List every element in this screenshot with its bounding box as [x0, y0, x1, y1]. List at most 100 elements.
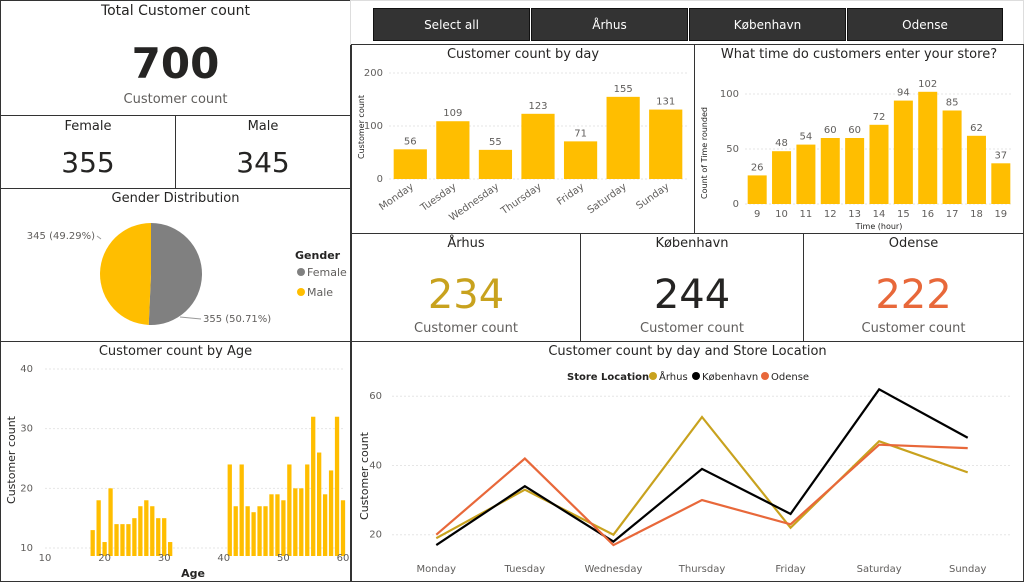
line-legend-label-kobenhavn: København: [702, 372, 758, 383]
age-bar: [120, 524, 125, 556]
pie-legend-marker-female: [297, 268, 305, 276]
total-customer-title: Total Customer count: [100, 3, 251, 19]
age-y-tick-label: 10: [20, 543, 33, 554]
age-bar: [311, 416, 316, 556]
time-data-label: 60: [848, 125, 861, 136]
line-y-tick-label: 40: [369, 460, 382, 471]
day-x-tick-label: Sunday: [634, 181, 671, 212]
store-slicer: Select all Århus København Odense: [350, 0, 1024, 45]
time-bar: [845, 138, 865, 204]
slicer-aarhus-button[interactable]: Århus: [531, 8, 688, 41]
age-bar: [114, 524, 119, 556]
age-bar: [150, 506, 155, 556]
line-x-tick-label: Tuesday: [504, 564, 546, 575]
store-value-aarhus: 234: [427, 272, 505, 318]
age-bar: [275, 494, 280, 556]
store-label-odense: Customer count: [861, 321, 966, 336]
time-y-tick-label: 50: [726, 144, 739, 155]
time-data-label: 48: [775, 138, 788, 149]
store-card-odense: Odense 222 Customer count: [803, 233, 1024, 342]
store-value-kobenhavn: 244: [653, 272, 731, 318]
day-data-label: 55: [489, 137, 502, 148]
time-data-label: 60: [824, 125, 837, 136]
time-bar: [869, 124, 889, 204]
age-bar: [287, 464, 292, 556]
day-data-label: 109: [443, 108, 462, 119]
time-bar: [991, 163, 1011, 204]
age-bar: [144, 500, 149, 556]
age-bar: [317, 452, 322, 556]
age-bar: [138, 506, 143, 556]
day-x-tick-label: Monday: [377, 181, 416, 213]
day-y-axis-label: Customer count: [357, 95, 366, 159]
age-bar: [269, 494, 274, 556]
time-bar: [772, 151, 792, 204]
age-x-tick-label: 20: [98, 553, 111, 564]
time-bar: [918, 91, 938, 204]
line-legend-marker-kobenhavn: [692, 372, 700, 380]
line-legend-title: Store Location: [567, 372, 649, 383]
female-card: Female 355: [0, 115, 176, 189]
day-y-tick-label: 100: [364, 121, 383, 132]
time-x-tick-label: 12: [824, 209, 837, 220]
male-title: Male: [247, 119, 279, 134]
store-value-odense: 222: [875, 272, 952, 318]
age-y-tick-label: 20: [20, 483, 33, 494]
day-bar: [478, 149, 513, 179]
age-bar: [90, 530, 95, 556]
age-bar: [328, 470, 334, 556]
slicer-select-all-button[interactable]: Select all: [373, 8, 530, 41]
time-x-tick-label: 17: [946, 209, 959, 220]
time-y-tick-label: 100: [720, 89, 739, 100]
time-x-tick-label: 13: [848, 209, 861, 220]
day-data-label: 155: [614, 84, 633, 95]
pie-legend-title: Gender: [295, 249, 341, 262]
line-x-tick-label: Monday: [417, 564, 457, 575]
total-customer-label: Customer count: [123, 92, 228, 107]
age-x-tick-label: 40: [217, 553, 230, 564]
age-x-tick-label: 10: [39, 553, 52, 564]
age-bar: [108, 488, 113, 556]
line-x-tick-label: Thursday: [678, 564, 726, 575]
time-data-label: 102: [918, 79, 937, 90]
day-bar: [606, 96, 640, 179]
pie-legend-marker-male: [297, 288, 305, 296]
age-bar: [299, 488, 304, 556]
line-legend-marker-aarhus: [649, 372, 657, 380]
gender-distribution-panel: Gender Distribution 355 (50.71%) 345 (49.…: [0, 188, 351, 342]
time-y-tick-label: 0: [733, 199, 739, 210]
day-y-tick-label: 200: [364, 68, 383, 79]
age-bar: [334, 416, 340, 556]
male-card: Male 345: [175, 115, 351, 189]
day-bar: [393, 149, 427, 179]
age-bar: [96, 500, 101, 556]
age-bar: [132, 518, 137, 556]
line-x-tick-label: Sunday: [949, 564, 986, 575]
age-bar: [257, 506, 262, 556]
pie-legend-label-male: Male: [307, 286, 333, 299]
line-x-tick-label: Saturday: [857, 564, 902, 575]
day-bar: [649, 109, 683, 179]
store-label-kobenhavn: Customer count: [640, 321, 744, 336]
day-data-label: 56: [404, 136, 417, 147]
age-bar: [263, 506, 268, 556]
age-y-tick-label: 40: [20, 364, 33, 375]
time-bar: [820, 138, 840, 204]
day-chart-panel: Customer count by day 0 100 200 56 Monday 109…: [351, 44, 695, 234]
day-y-tick-label: 0: [377, 174, 383, 185]
pie-slice-male: [100, 223, 151, 325]
slicer-kobenhavn-button[interactable]: København: [689, 8, 846, 41]
time-bar: [942, 110, 962, 204]
age-y-axis-label: Customer count: [5, 415, 18, 504]
age-bar: [293, 488, 298, 556]
age-x-tick-label: 30: [158, 553, 171, 564]
store-label-aarhus: Customer count: [414, 321, 518, 336]
female-value: 355: [61, 146, 115, 179]
male-value: 345: [236, 146, 290, 179]
day-bar-chart: 010020056Monday109Tuesday55Wednesday123T…: [357, 68, 687, 224]
slicer-odense-button[interactable]: Odense: [847, 8, 1003, 41]
time-x-tick-label: 9: [754, 209, 760, 220]
age-bar: [245, 506, 250, 556]
pie-data-label-male: 345 (49.29%): [27, 231, 95, 242]
time-x-axis-label: Time (hour): [855, 222, 903, 231]
